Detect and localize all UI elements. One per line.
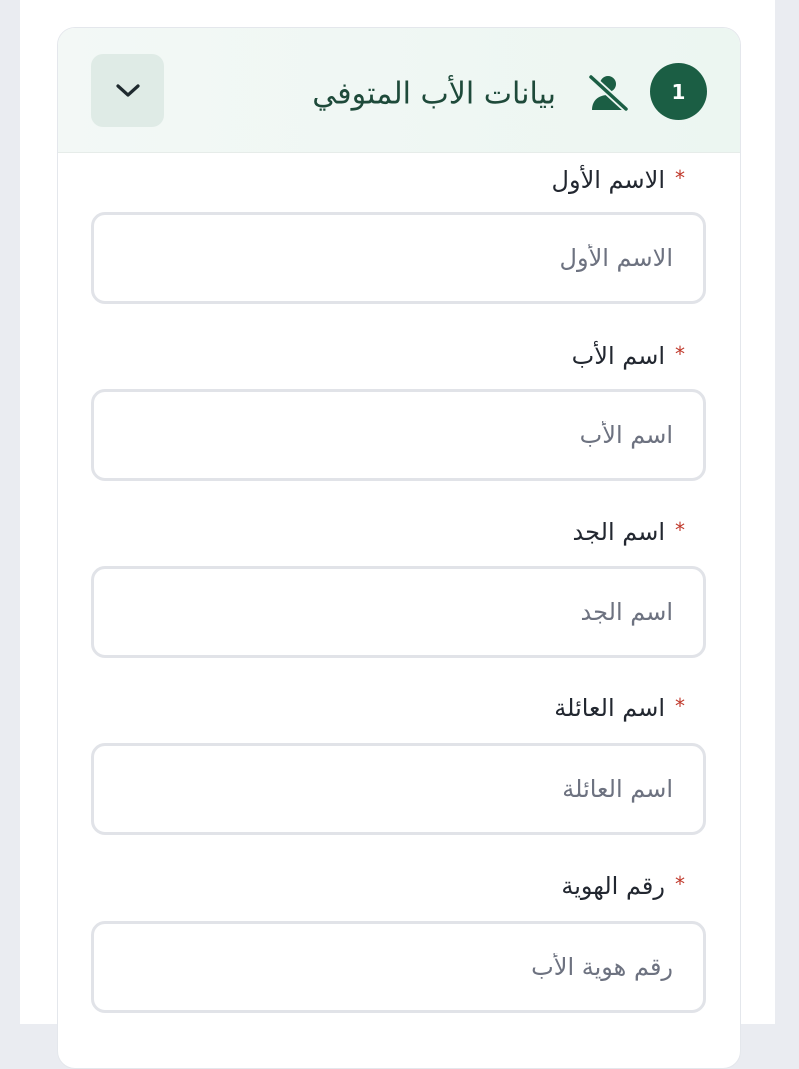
deceased-father-section-card: بيانات الأب المتوفي 1 * الاسم الأول * اسم … [57, 27, 741, 1069]
required-asterisk: * [675, 872, 685, 896]
id-number-input[interactable] [91, 921, 706, 1013]
first-name-label: * الاسم الأول [552, 168, 685, 192]
family-name-label: * اسم العائلة [554, 696, 685, 720]
first-name-input[interactable] [91, 212, 706, 304]
required-asterisk: * [675, 166, 685, 190]
person-off-icon [587, 73, 630, 113]
father-name-label-text: اسم الأب [571, 342, 665, 370]
family-name-input[interactable] [91, 743, 706, 835]
father-name-input[interactable] [91, 389, 706, 481]
family-name-label-text: اسم العائلة [554, 694, 665, 722]
required-asterisk: * [675, 342, 685, 366]
grandfather-name-label-text: اسم الجد [572, 518, 665, 546]
chevron-down-icon [115, 83, 140, 97]
required-asterisk: * [675, 694, 685, 718]
first-name-label-text: الاسم الأول [551, 166, 665, 194]
grandfather-name-label: * اسم الجد [573, 520, 685, 544]
required-asterisk: * [675, 518, 685, 542]
id-number-label-text: رقم الهوية [561, 872, 665, 900]
section-title: بيانات الأب المتوفي [312, 76, 556, 112]
step-number-badge: 1 [650, 63, 707, 120]
father-name-label: * اسم الأب [572, 344, 685, 368]
id-number-label: * رقم الهوية [561, 874, 685, 898]
collapse-toggle-button[interactable] [91, 54, 164, 127]
grandfather-name-input[interactable] [91, 566, 706, 658]
section-header[interactable]: بيانات الأب المتوفي 1 [58, 28, 740, 153]
